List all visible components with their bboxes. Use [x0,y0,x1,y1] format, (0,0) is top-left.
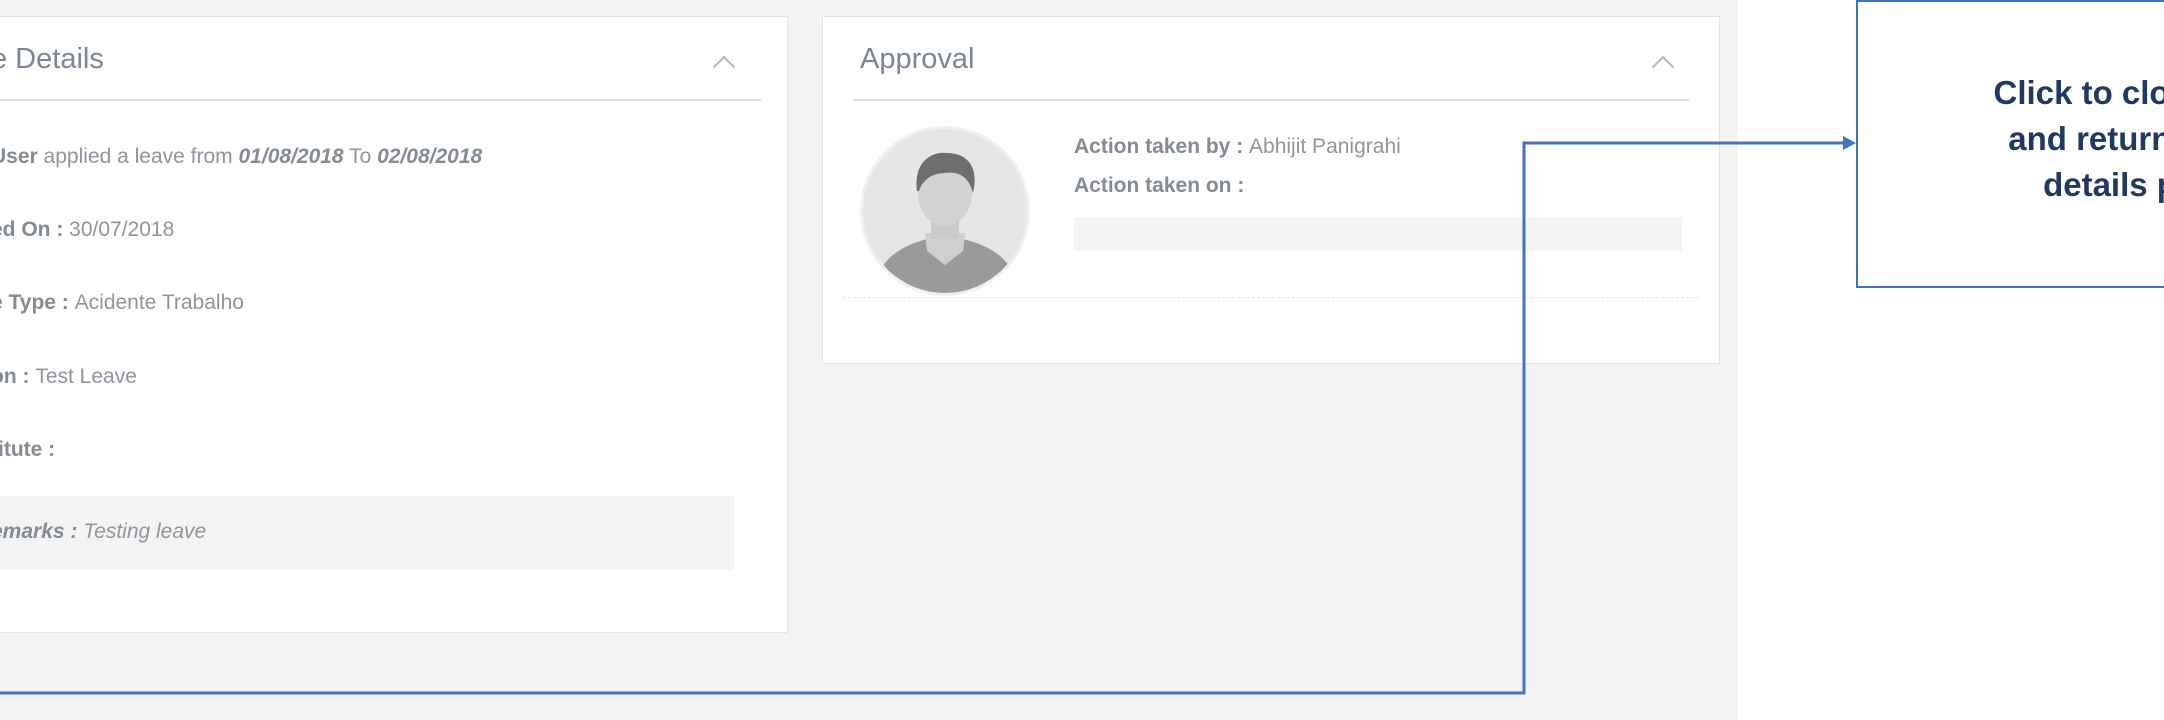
callout-arrow-icon [1843,136,1856,150]
callout-text: Click to close t and return to details p [1900,70,2164,208]
annotation-callout: Click to close t and return to details p [1856,0,2164,288]
callout-line-2: and return to [2008,120,2164,157]
callout-line-1: Click to close t [1993,74,2164,111]
callout-connector-line [0,141,1846,695]
callout-line-3: details p [2043,166,2164,203]
